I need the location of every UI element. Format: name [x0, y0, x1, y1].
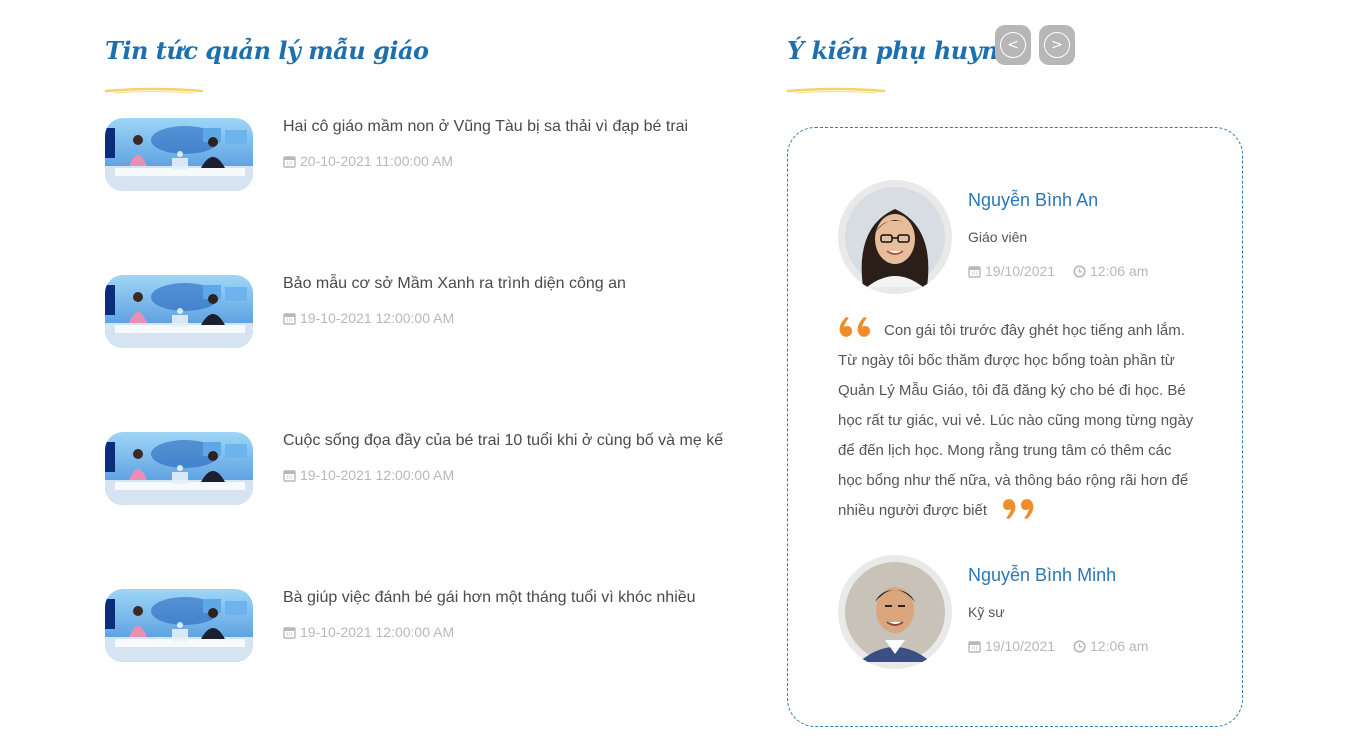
title-underline-decoration: [786, 87, 886, 94]
news-title-link[interactable]: Bảo mẫu cơ sở Mầm Xanh ra trình diện côn…: [283, 275, 626, 293]
testimonial-role: Kỹ sư: [968, 604, 1005, 620]
quote-close-icon: [1003, 499, 1034, 519]
news-date-text: 20-10-2021 11:00:00 AM: [300, 153, 454, 169]
calendar-icon: [968, 265, 981, 278]
news-section-title: Tin tức quản lý mẫu giáo: [105, 36, 429, 65]
calendar-icon: [283, 626, 296, 639]
testimonial-role: Giáo viên: [968, 229, 1028, 245]
title-underline-decoration: [104, 87, 204, 94]
prev-button[interactable]: <: [995, 25, 1031, 65]
testimonial-time-text: 12:06 am: [1090, 638, 1149, 654]
news-thumbnail[interactable]: [105, 275, 253, 348]
avatar: [838, 180, 952, 294]
news-title-link[interactable]: Cuộc sống đọa đầy của bé trai 10 tuổi kh…: [283, 432, 723, 450]
news-date: 20-10-2021 11:00:00 AM: [283, 153, 453, 169]
news-item: Hai cô giáo mầm non ở Vũng Tàu bị sa thả…: [105, 118, 745, 275]
news-date: 19-10-2021 12:00:00 AM: [283, 624, 454, 640]
chevron-left-icon: <: [1000, 32, 1026, 58]
news-list: Hai cô giáo mầm non ở Vũng Tàu bị sa thả…: [105, 118, 745, 746]
chevron-right-icon: >: [1044, 32, 1070, 58]
avatar: [838, 555, 952, 669]
testimonial-name: Nguyễn Bình Minh: [968, 565, 1117, 585]
news-date-text: 19-10-2021 12:00:00 AM: [300, 310, 455, 326]
testimonial-date-text: 19/10/2021: [985, 638, 1056, 654]
clock-icon: [1073, 264, 1086, 278]
testimonial-date-text: 19/10/2021: [985, 263, 1056, 279]
testimonial-time: 12:06 am: [1073, 638, 1148, 654]
news-date-text: 19-10-2021 12:00:00 AM: [300, 467, 455, 483]
testimonial-time: 12:06 am: [1073, 263, 1148, 279]
news-title-link[interactable]: Bà giúp việc đánh bé gái hơn một tháng t…: [283, 589, 696, 607]
calendar-icon: [968, 640, 981, 653]
news-thumbnail[interactable]: [105, 432, 253, 505]
news-date: 19-10-2021 12:00:00 AM: [283, 467, 454, 483]
news-thumbnail[interactable]: [105, 589, 253, 662]
clock-icon: [1073, 639, 1086, 653]
calendar-icon: [283, 469, 296, 482]
news-item: Bà giúp việc đánh bé gái hơn một tháng t…: [105, 589, 745, 746]
testimonial-date: 19/10/2021: [968, 263, 1055, 279]
news-item: Bảo mẫu cơ sở Mầm Xanh ra trình diện côn…: [105, 275, 745, 432]
news-date: 19-10-2021 12:00:00 AM: [283, 310, 454, 326]
news-title-link[interactable]: Hai cô giáo mầm non ở Vũng Tàu bị sa thả…: [283, 118, 688, 136]
news-date-text: 19-10-2021 12:00:00 AM: [300, 624, 455, 640]
testimonial-quote-text: Con gái tôi trước đây ghét học tiếng anh…: [838, 322, 1194, 519]
testimonials-section-title: Ý kiến phụ huynh: [787, 36, 1016, 65]
quote-open-icon: [839, 317, 870, 337]
next-button[interactable]: >: [1039, 25, 1075, 65]
calendar-icon: [283, 155, 296, 168]
testimonial-date: 19/10/2021: [968, 638, 1055, 654]
testimonial-quote: Con gái tôi trước đây ghét học tiếng anh…: [838, 315, 1198, 526]
news-item: Cuộc sống đọa đầy của bé trai 10 tuổi kh…: [105, 432, 745, 589]
testimonial-name: Nguyễn Bình An: [968, 190, 1099, 210]
news-thumbnail[interactable]: [105, 118, 253, 191]
testimonial-time-text: 12:06 am: [1090, 263, 1149, 279]
calendar-icon: [283, 312, 296, 325]
